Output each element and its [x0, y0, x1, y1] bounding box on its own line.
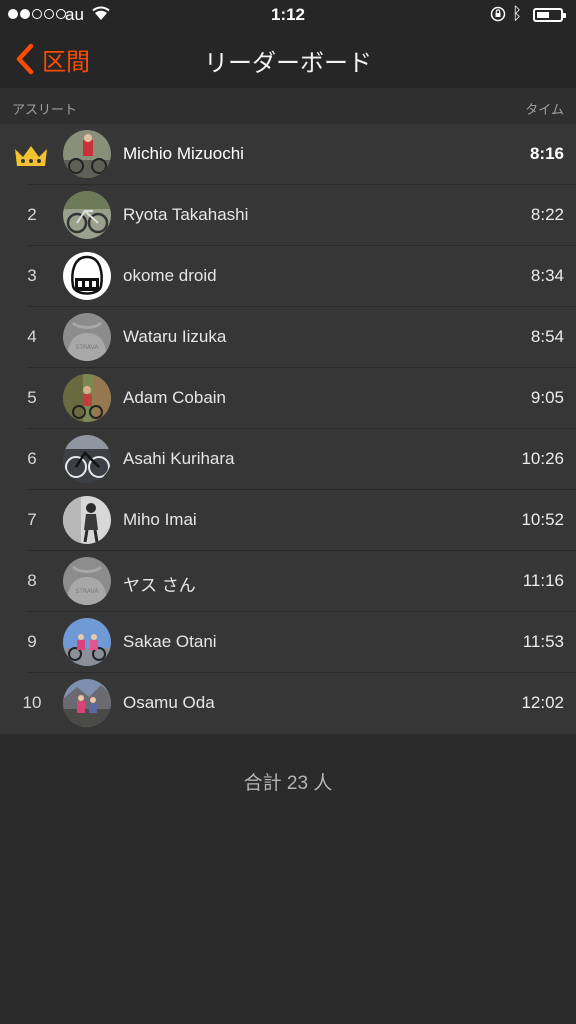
svg-text:STRAVA: STRAVA [76, 344, 100, 351]
athlete-time: 8:22 [530, 205, 564, 224]
athlete-time: 8:34 [530, 266, 564, 285]
rank-number: 3 [27, 266, 37, 285]
athlete-name: Wataru Iizuka [123, 327, 227, 346]
page-title: リーダーボード [204, 50, 372, 77]
avatar[interactable] [63, 374, 111, 422]
rank-number: 10 [22, 693, 42, 712]
athlete-time: 12:02 [521, 693, 564, 712]
avatar[interactable]: STRAVA [63, 557, 111, 605]
total-athletes-count: 合計 23 人 [243, 773, 333, 794]
athlete-name: Osamu Oda [123, 693, 215, 712]
rank-number: 8 [27, 571, 37, 590]
leaderboard-row[interactable]: 8 STRAVA ヤス さん 11:16 [0, 551, 576, 612]
rank-number: 6 [27, 449, 37, 468]
athlete-time: 11:53 [522, 632, 564, 651]
avatar[interactable] [63, 252, 111, 300]
athlete-column-header: アスリート [12, 102, 78, 117]
battery-icon [533, 8, 566, 22]
leaderboard-row[interactable]: 3 okome droid 8:34 [0, 246, 576, 307]
leaderboard-row[interactable]: 4 STRAVA Wataru Iizuka 8:54 [0, 307, 576, 368]
crown-icon [15, 146, 47, 166]
athlete-name: Asahi Kurihara [123, 449, 235, 468]
leaderboard-row[interactable]: 2 Ryota Takahashi 8:22 [0, 185, 576, 246]
avatar[interactable] [63, 618, 111, 666]
athlete-time: 8:16 [529, 144, 564, 163]
leaderboard-row[interactable]: 5 Adam Cobain 9:05 [0, 368, 576, 429]
rank-number: 9 [27, 632, 37, 651]
athlete-name: Sakae Otani [123, 632, 217, 651]
leaderboard-row[interactable]: 6 Asahi Kurihara 10:26 [0, 429, 576, 490]
athlete-name: Ryota Takahashi [123, 205, 249, 224]
column-headers: アスリート タイム [0, 88, 576, 124]
leaderboard-row[interactable]: 9 Sakae Otani 11:53 [0, 612, 576, 673]
orientation-lock-icon [490, 6, 506, 22]
athlete-time: 8:54 [530, 327, 564, 346]
rank-number: 4 [27, 327, 37, 346]
avatar[interactable] [63, 679, 111, 727]
navigation-bar: 区間 リーダーボード [0, 30, 576, 88]
time-column-header: タイム [525, 102, 564, 117]
avatar[interactable] [63, 130, 111, 178]
leaderboard-screen: au 1:12 ᛒ 区間 リーダーボード アスリート タイム Michio Mi… [0, 0, 576, 1024]
leaderboard-row[interactable]: 10 Osamu Oda 12:02 [0, 673, 576, 734]
athlete-name: Miho Imai [123, 510, 197, 529]
athlete-name: ヤス さん [123, 576, 196, 595]
athlete-time: 11:16 [522, 571, 564, 590]
athlete-time: 10:26 [521, 449, 564, 468]
athlete-time: 9:05 [530, 388, 564, 407]
avatar[interactable] [63, 496, 111, 544]
status-bar: au 1:12 ᛒ [0, 0, 576, 30]
rank-number: 2 [27, 205, 37, 224]
bluetooth-icon: ᛒ [512, 4, 523, 23]
rank-number: 7 [27, 510, 37, 529]
leaderboard-row[interactable]: 7 Miho Imai 10:52 [0, 490, 576, 551]
athlete-name: Adam Cobain [123, 388, 227, 407]
svg-text:STRAVA: STRAVA [76, 588, 100, 595]
leaderboard-row[interactable]: Michio Mizuochi 8:16 [0, 124, 576, 185]
leaderboard-list: Michio Mizuochi 8:16 2 Ryota Takahashi 8… [0, 124, 576, 734]
athlete-name: okome droid [123, 266, 217, 285]
avatar[interactable] [63, 435, 111, 483]
athlete-time: 10:52 [521, 510, 564, 529]
avatar[interactable] [63, 191, 111, 239]
rank-number: 5 [27, 388, 37, 407]
athlete-name: Michio Mizuochi [123, 144, 244, 163]
avatar[interactable]: STRAVA [63, 313, 111, 361]
